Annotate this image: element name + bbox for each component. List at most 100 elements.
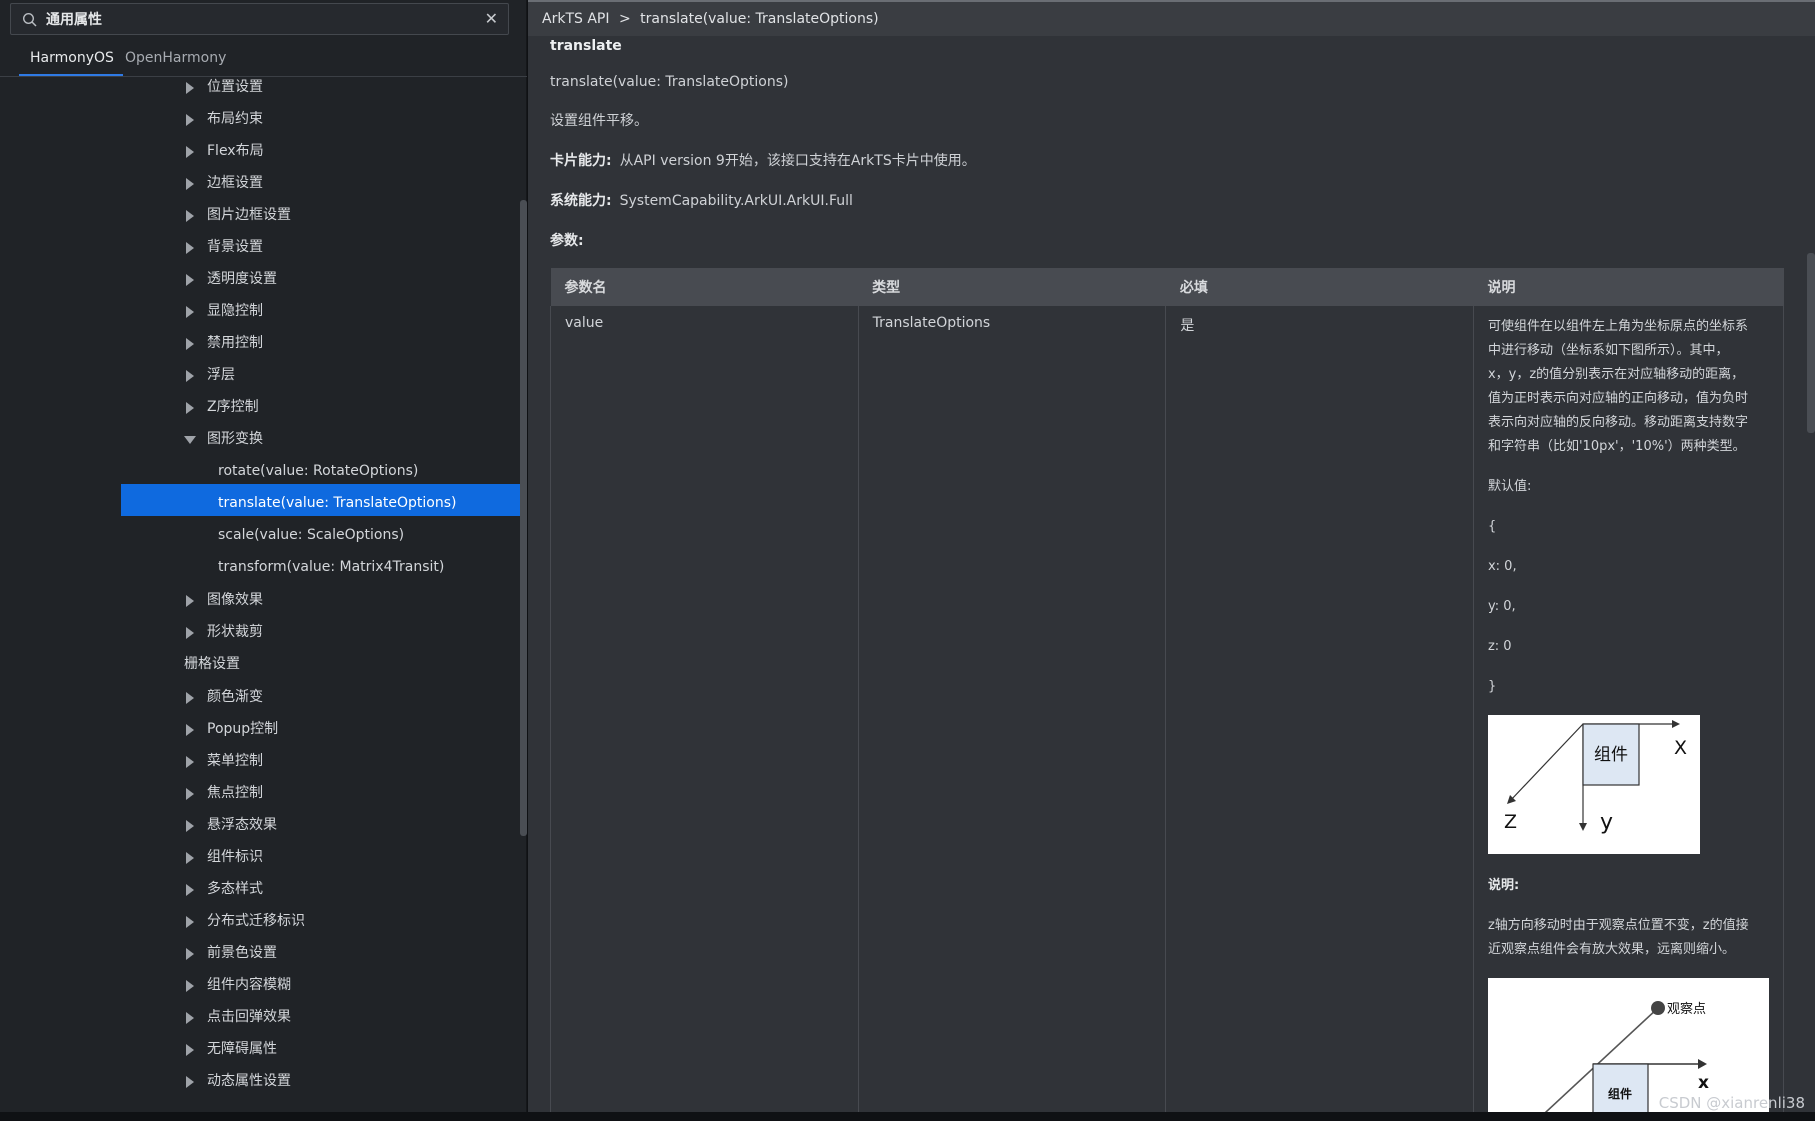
breadcrumb-current: translate(value: TranslateOptions): [640, 11, 879, 27]
caret-right-icon[interactable]: [186, 820, 194, 832]
tree-item-label: Popup控制: [207, 721, 279, 737]
default-z: z: 0: [1487, 639, 1512, 654]
caret-right-icon[interactable]: [186, 274, 194, 286]
coordinate-diagram: 组件 X y Z: [1487, 715, 1700, 854]
syscap-value: SystemCapability.ArkUI.ArkUI.Full: [619, 193, 853, 209]
tree-item-label: 点击回弹效果: [207, 1009, 291, 1025]
default-label: 默认值:: [1487, 479, 1532, 494]
col-header-required: 必填: [1165, 268, 1474, 306]
tree-item-label: Z序控制: [207, 399, 259, 415]
sidebar: ✕ HarmonyOS OpenHarmony 位置设置布局约束Flex布局边框…: [0, 0, 527, 1112]
tree-item-label: 组件标识: [207, 849, 263, 865]
caret-right-icon[interactable]: [186, 114, 194, 126]
col-header-type: 类型: [858, 268, 1166, 306]
cell-param-required: 是: [1165, 306, 1474, 1112]
caret-right-icon[interactable]: [186, 980, 194, 992]
sidebar-scrollbar[interactable]: [520, 200, 527, 836]
tree-item-label: transform(value: Matrix4Transit): [218, 559, 445, 575]
caret-right-icon[interactable]: [186, 852, 194, 864]
caret-right-icon[interactable]: [186, 948, 194, 960]
search-icon: [22, 12, 37, 27]
tree-item-label: 显隐控制: [207, 303, 263, 319]
caret-right-icon[interactable]: [186, 595, 194, 607]
clear-search-icon[interactable]: ✕: [485, 10, 498, 28]
tree-item-label: 菜单控制: [207, 753, 263, 769]
tree-item-label: 背景设置: [207, 239, 263, 255]
caret-right-icon[interactable]: [186, 692, 194, 704]
table-row: value TranslateOptions 是 可使组件在以组件左上角为坐标原…: [550, 306, 1785, 1112]
desc-line: 可使组件在以组件左上角为坐标原点的坐标系: [1487, 319, 1748, 334]
note-label: 说明:: [1487, 878, 1520, 893]
caret-right-icon[interactable]: [186, 1012, 194, 1024]
desc-paragraph: 可使组件在以组件左上角为坐标原点的坐标系 中进行移动（坐标系如下图所示）。其中， x…: [1488, 315, 1769, 459]
diagram1-y-label: y: [1600, 810, 1613, 835]
breadcrumb-root[interactable]: ArkTS API: [542, 11, 609, 27]
col-header-desc: 说明: [1473, 268, 1784, 306]
tree-item-label: 图像效果: [207, 592, 263, 608]
diagram2-component-label: 组件: [1608, 1086, 1632, 1101]
caret-down-icon[interactable]: [184, 436, 196, 444]
tree-item-label: 焦点控制: [207, 785, 263, 801]
caret-right-icon[interactable]: [186, 756, 194, 768]
caret-right-icon[interactable]: [186, 210, 194, 222]
caret-right-icon[interactable]: [186, 306, 194, 318]
cell-param-name: value: [550, 306, 859, 1112]
tree-item-label: 动态属性设置: [207, 1073, 291, 1089]
tree-item-label: 前景色设置: [207, 945, 277, 961]
caret-right-icon[interactable]: [186, 788, 194, 800]
caret-right-icon[interactable]: [186, 916, 194, 928]
summary: 设置组件平移。: [550, 113, 648, 129]
default-x: x: 0,: [1487, 559, 1517, 574]
tree-item-label: 分布式迁移标识: [207, 913, 305, 929]
tree-item-label: 栅格设置: [184, 656, 240, 672]
main-content: ArkTS API > translate(value: TranslateOp…: [528, 0, 1815, 1112]
tree-item-label: 透明度设置: [207, 271, 277, 287]
tree-item-label: 布局约束: [207, 111, 263, 127]
signature: translate(value: TranslateOptions): [550, 74, 789, 90]
desc-line: 表示向对应轴的反向移动。移动距离支持数字: [1487, 415, 1748, 430]
diagram2-observer-label: 观察点: [1667, 1002, 1706, 1017]
caret-right-icon[interactable]: [186, 242, 194, 254]
nav-tree: 位置设置 布局约束 Flex布局 边框设置 图片边框设置 背景设置 透明度设置 显隐控制 禁用控…: [0, 71, 520, 1111]
caret-right-icon[interactable]: [186, 370, 194, 382]
breadcrumb: ArkTS API > translate(value: TranslateOp…: [528, 0, 1815, 36]
card-ability: 卡片能力: 从API version 9开始，该接口支持在ArkTS卡片中使用。: [550, 152, 976, 170]
tree-item-label: 位置设置: [207, 79, 263, 95]
desc-line: 和字符串（比如'10px'，'10%'）两种类型。: [1487, 439, 1746, 454]
tree-item-label: rotate(value: RotateOptions): [218, 463, 419, 479]
caret-right-icon[interactable]: [186, 884, 194, 896]
tree-item-label: 颜色渐变: [207, 689, 263, 705]
caret-right-icon[interactable]: [186, 402, 194, 414]
tree-item-label: translate(value: TranslateOptions): [218, 495, 457, 511]
search-input[interactable]: [46, 4, 466, 34]
desc-line: x，y，z的值分别表示在对应轴移动的距离，: [1487, 367, 1745, 382]
observer-diagram: 观察点 x 组件: [1487, 978, 1769, 1112]
caret-right-icon[interactable]: [186, 338, 194, 350]
watermark: CSDN @xianrenli38: [1658, 1094, 1805, 1112]
cell-param-type: TranslateOptions: [857, 306, 1167, 1112]
search-box: ✕: [10, 3, 509, 35]
params-table: 参数名 类型 必填 说明 value TranslateOptions 是 可使…: [550, 268, 1785, 1112]
caret-right-icon[interactable]: [186, 724, 194, 736]
main-scrollbar[interactable]: [1807, 253, 1815, 433]
caret-right-icon[interactable]: [186, 82, 194, 94]
diagram2-x-label: x: [1698, 1073, 1709, 1093]
tree-item-label: 图形变换: [207, 431, 263, 447]
tree-item-label: 禁用控制: [207, 335, 263, 351]
caret-right-icon[interactable]: [186, 1044, 194, 1056]
note-line: z轴方向移动时由于观察点位置不变，z的值接: [1487, 918, 1749, 933]
col-header-name: 参数名: [550, 268, 859, 306]
tree-item-label: 浮层: [207, 367, 235, 383]
caret-right-icon[interactable]: [186, 1076, 194, 1088]
default-open-brace: {: [1487, 519, 1497, 534]
tree-item-label: 组件内容模糊: [207, 977, 291, 993]
tree-item-label: 无障碍属性: [207, 1041, 277, 1057]
caret-right-icon[interactable]: [186, 627, 194, 639]
tree-item-label: 形状裁剪: [207, 624, 263, 640]
params-heading: 参数:: [550, 233, 584, 249]
breadcrumb-separator: >: [618, 11, 631, 27]
caret-right-icon[interactable]: [186, 146, 194, 158]
desc-line: 值为正时表示向对应轴的正向移动，值为负时: [1487, 391, 1748, 406]
caret-right-icon[interactable]: [186, 178, 194, 190]
tree-item-label: Flex布局: [207, 143, 264, 159]
